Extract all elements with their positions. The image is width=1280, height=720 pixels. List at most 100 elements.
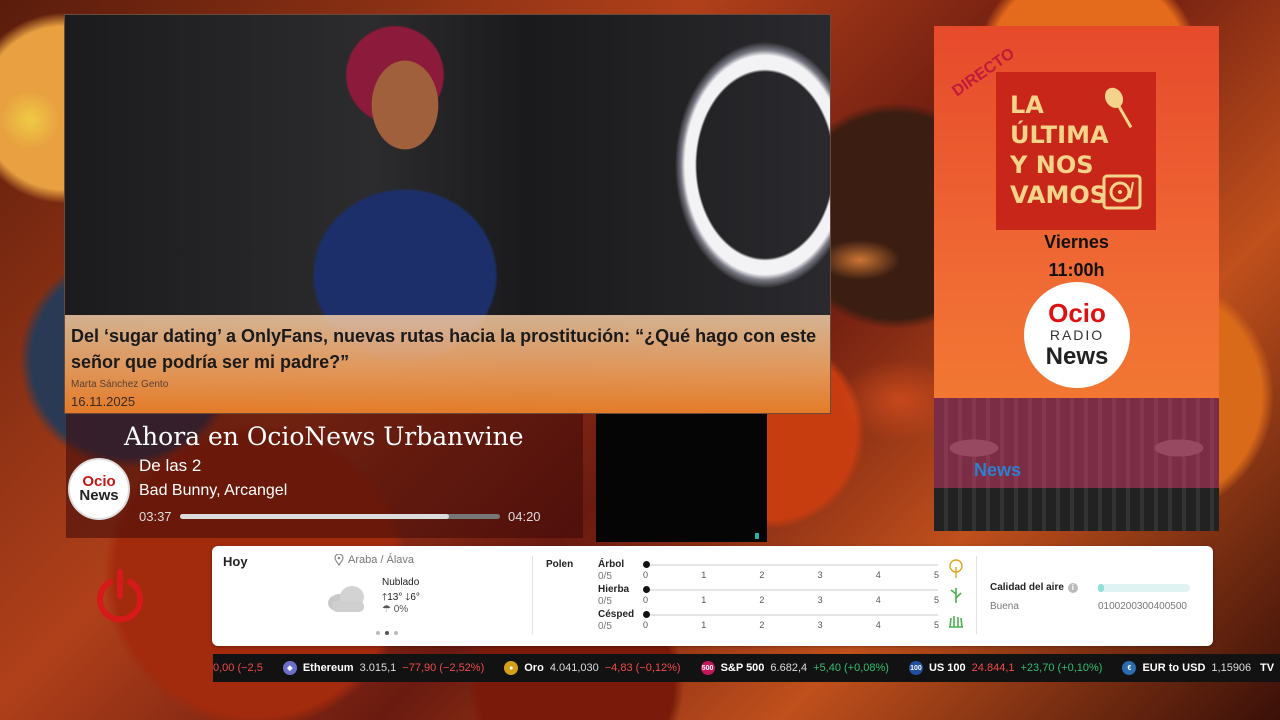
- tree-icon: [949, 559, 963, 578]
- scale-tick: 3: [817, 570, 823, 580]
- loading-indicator-icon: [755, 533, 759, 539]
- logo-text-news: News: [79, 487, 119, 504]
- divider: [532, 556, 533, 634]
- pollen-score: 0/5: [598, 621, 612, 632]
- carousel-dot-active[interactable]: [385, 631, 389, 635]
- tradingview-logo[interactable]: TV: [1254, 654, 1280, 682]
- weather-widget: Hoy Araba / Álava Nublado 🡑13° 🡓6° ☂ 0% …: [212, 546, 1213, 646]
- scale-tick: 2: [759, 620, 765, 630]
- ticker-item[interactable]: 100 US 100 24.844,1 +23,70 (+0,10%): [908, 661, 1103, 675]
- rain-probability: 0%: [393, 604, 409, 615]
- ticker-item[interactable]: 0,00 (−2,5: [213, 662, 263, 674]
- pollen-name: Césped: [598, 609, 635, 620]
- temp-min: 6°: [410, 592, 420, 603]
- ticker-price: 1,15906: [1211, 662, 1252, 674]
- pollen-row-tree: Árbol 0/5 0 1 2 3 4 5: [598, 559, 963, 583]
- divider: [976, 556, 977, 634]
- turntable-icon: [1102, 174, 1142, 210]
- scale-tick: 4: [875, 570, 881, 580]
- pollen-level-marker: [643, 586, 650, 593]
- video-player[interactable]: [596, 414, 767, 542]
- ticker-price: 6.682,4: [770, 662, 808, 674]
- scale-tick: 3: [817, 595, 823, 605]
- pollen-scale: 0 1 2 3 4 5: [643, 595, 939, 605]
- scale-tick: 5: [933, 595, 939, 605]
- article-author: Marta Sánchez Gento: [71, 379, 169, 390]
- progress-bar: [180, 514, 500, 519]
- location-pin-icon: [334, 554, 344, 566]
- cloud-icon: [328, 586, 364, 612]
- carousel-dot[interactable]: [394, 631, 398, 635]
- show-title-box: LA ÚLTIMA Y NOS VAMOS: [996, 72, 1156, 230]
- pollen-label: Polen: [546, 559, 574, 570]
- pollen-score: 0/5: [598, 571, 612, 582]
- info-icon[interactable]: i: [1067, 582, 1078, 593]
- temp-max: 13°: [387, 592, 403, 603]
- ticker-change: −4,83 (−0,12%): [604, 662, 681, 674]
- location-name: Araba / Álava: [348, 554, 415, 566]
- scale-tick: 5: [933, 620, 939, 630]
- weather-condition: Nublado: [382, 577, 420, 588]
- weather-rain: ☂ 0%: [382, 604, 408, 615]
- scale-tick: 1: [701, 570, 707, 580]
- ticker-price: 3.015,1: [359, 662, 397, 674]
- weather-today-label: Hoy: [223, 554, 248, 569]
- scale-tick: 4: [875, 620, 881, 630]
- pollen-scale: 0 1 2 3 4 5: [643, 570, 939, 580]
- pollen-bar: [646, 614, 938, 616]
- article-caption: Del ‘sugar dating’ a OnlyFans, nuevas ru…: [65, 315, 830, 413]
- scale-tick: 2: [759, 570, 765, 580]
- carousel-dots[interactable]: [376, 631, 398, 635]
- ticker-item[interactable]: ● Oro 4.041,030 −4,83 (−0,12%): [504, 661, 681, 675]
- pollen-bar: [646, 564, 938, 566]
- ticker-name: Ethereum: [302, 662, 354, 674]
- air-quality-bar: [1098, 584, 1190, 592]
- scale-tick: 0: [643, 595, 649, 605]
- scale-tick: 4: [875, 595, 881, 605]
- logo-text-news: News: [1045, 343, 1109, 370]
- scale-tick: 1: [701, 595, 707, 605]
- eur-usd-icon: €: [1122, 661, 1137, 675]
- ticker-change: +5,40 (+0,08%): [813, 662, 889, 674]
- air-quality-title: Calidad del aire: [990, 582, 1064, 593]
- scale-tick: 2: [759, 595, 765, 605]
- pollen-name: Hierba: [598, 584, 630, 595]
- featured-article-card[interactable]: Del ‘sugar dating’ a OnlyFans, nuevas ru…: [64, 14, 831, 414]
- ocionews-logo: Ocio News: [68, 458, 130, 520]
- gold-icon: ●: [504, 661, 519, 675]
- pollen-row-lawn: Césped 0/5 0 1 2 3 4 5: [598, 609, 963, 633]
- ticker-change: 0,00 (−2,5: [213, 662, 263, 674]
- market-ticker[interactable]: 0,00 (−2,5 ◆ Ethereum 3.015,1 −77,90 (−2…: [213, 654, 1280, 682]
- pollen-level-marker: [643, 611, 650, 618]
- pollen-name: Árbol: [598, 559, 625, 570]
- ticker-item[interactable]: ◆ Ethereum 3.015,1 −77,90 (−2,52%): [282, 661, 485, 675]
- article-title[interactable]: Del ‘sugar dating’ a OnlyFans, nuevas ru…: [71, 323, 824, 375]
- sp500-icon: 500: [700, 661, 715, 675]
- air-quality-fill: [1098, 584, 1104, 592]
- pollen-bar: [646, 589, 938, 591]
- air-quality-value: Buena: [990, 601, 1019, 612]
- ticker-name: S&P 500: [720, 662, 765, 674]
- ticker-change: −77,90 (−2,52%): [402, 662, 485, 674]
- microphone-icon: [1104, 87, 1133, 129]
- ticker-price: 24.844,1: [971, 662, 1015, 674]
- now-playing-widget: Ahora en OcioNews Urbanwine Ocio News De…: [66, 414, 583, 538]
- ticker-item[interactable]: € EUR to USD 1,15906: [1122, 661, 1251, 675]
- scale-tick: 0: [643, 620, 649, 630]
- carousel-dot[interactable]: [376, 631, 380, 635]
- time-elapsed: 03:37: [139, 509, 172, 524]
- ticker-change: +23,70 (+0,10%): [1020, 662, 1103, 674]
- time-total: 04:20: [508, 509, 541, 524]
- song-artist: Bad Bunny, Arcangel: [139, 482, 288, 499]
- umbrella-icon: ☂: [382, 604, 391, 615]
- pollen-scale: 0 1 2 3 4 5: [643, 620, 939, 630]
- ocio-radio-news-logo: Ocio RADIO News: [1024, 282, 1130, 388]
- air-quality-label: Calidad del aire i: [990, 582, 1078, 593]
- radio-show-ad[interactable]: DIRECTO LA ÚLTIMA Y NOS VAMOS Viernes 11…: [934, 26, 1219, 531]
- logo-text-ocio: Ocio: [1048, 298, 1106, 328]
- scale-tick: 3: [817, 620, 823, 630]
- ticker-item[interactable]: 500 S&P 500 6.682,4 +5,40 (+0,08%): [700, 661, 889, 675]
- power-icon[interactable]: [94, 568, 146, 624]
- weather-location[interactable]: Araba / Álava: [334, 554, 414, 566]
- now-playing-header: Ahora en OcioNews Urbanwine: [124, 422, 524, 451]
